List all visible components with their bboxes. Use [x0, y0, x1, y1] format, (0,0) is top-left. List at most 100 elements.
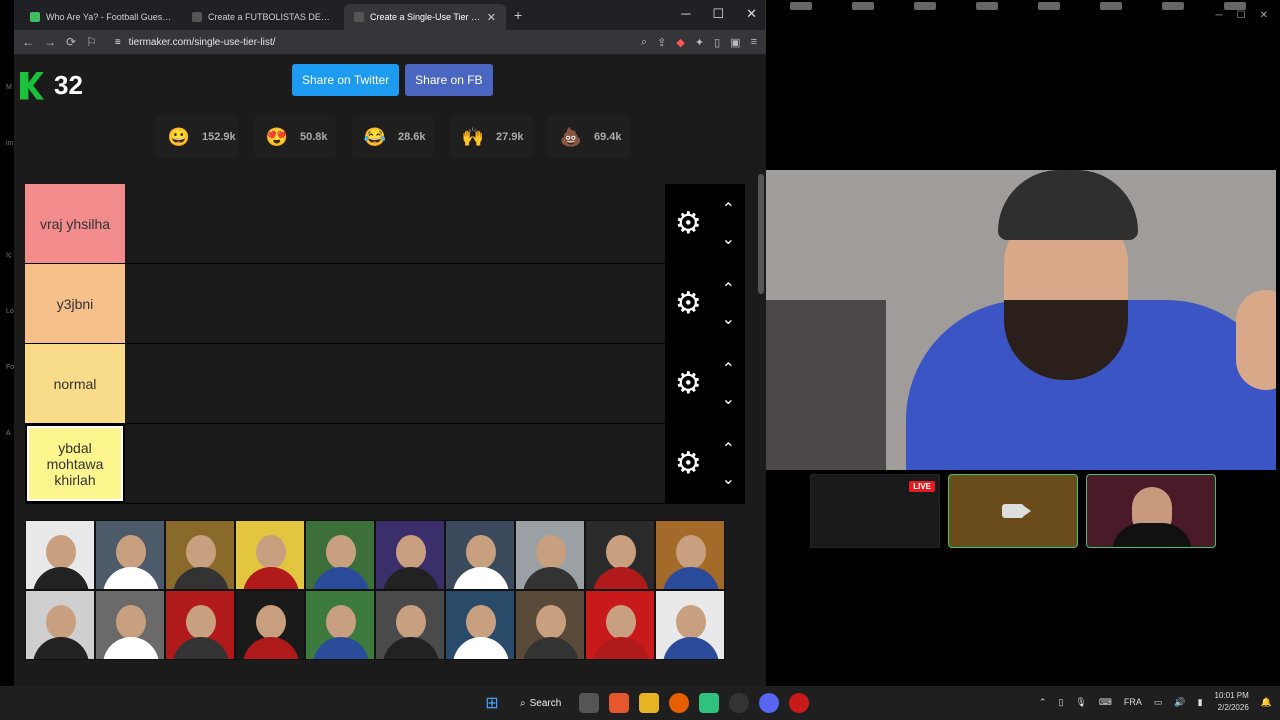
- battery-icon[interactable]: ▯: [1058, 697, 1063, 708]
- zoom-icon[interactable]: ⌕: [641, 36, 647, 49]
- pool-image[interactable]: [445, 590, 515, 660]
- close-tab-icon[interactable]: ✕: [487, 11, 496, 24]
- task-view-icon[interactable]: [579, 693, 600, 713]
- reaction-poop[interactable]: 💩 69.4k: [548, 116, 630, 158]
- pool-image[interactable]: [515, 590, 585, 660]
- notification-icon[interactable]: 🔔: [1261, 697, 1272, 708]
- tier-label[interactable]: ybdal mohtawa khirlah: [25, 424, 125, 503]
- maximize-icon[interactable]: ☐: [1237, 10, 1246, 21]
- gear-icon[interactable]: ⚙: [675, 366, 702, 401]
- move-down-icon[interactable]: ⌄: [722, 229, 735, 249]
- pool-image[interactable]: [25, 520, 95, 590]
- move-up-icon[interactable]: ⌃: [722, 279, 735, 299]
- back-button[interactable]: ←: [22, 35, 34, 49]
- tier-label[interactable]: vraj yhsilha: [25, 184, 125, 263]
- tiermaker-logo[interactable]: 32: [20, 70, 83, 101]
- file-explorer-icon[interactable]: [639, 693, 660, 713]
- pool-image[interactable]: [95, 590, 165, 660]
- taskbar-search[interactable]: ⌕ Search: [512, 692, 569, 714]
- tier-drop-zone[interactable]: [125, 344, 665, 423]
- microphone-icon[interactable]: 🎙: [1075, 697, 1086, 708]
- pool-image[interactable]: [515, 520, 585, 590]
- tier-label[interactable]: normal: [25, 344, 125, 423]
- move-up-icon[interactable]: ⌃: [722, 199, 735, 219]
- maximize-button[interactable]: ☐: [712, 6, 724, 22]
- reaction-grin[interactable]: 😀 152.9k: [156, 116, 238, 158]
- pool-image[interactable]: [585, 590, 655, 660]
- tier-list: vraj yhsilha ⚙ ⌃ ⌄ y3jbni ⚙ ⌃ ⌄ normal ⚙…: [25, 184, 745, 504]
- language-indicator[interactable]: FRA: [1124, 697, 1142, 707]
- pool-image[interactable]: [305, 520, 375, 590]
- reaction-raised-hands[interactable]: 🙌 27.9k: [450, 116, 532, 158]
- discord-icon[interactable]: [759, 693, 780, 713]
- site-info-icon[interactable]: ≡: [115, 37, 121, 48]
- camera-off-thumbnail[interactable]: [948, 474, 1078, 548]
- tier-drop-zone[interactable]: [125, 184, 665, 263]
- keyboard-icon[interactable]: ⌨: [1099, 697, 1112, 708]
- share-fb-button[interactable]: Share on FB: [405, 64, 493, 96]
- firefox-icon[interactable]: [669, 693, 690, 713]
- screen-share-thumbnail[interactable]: LIVE: [810, 474, 940, 548]
- sidebar-icon[interactable]: ▯: [714, 36, 720, 49]
- brave-icon[interactable]: [609, 693, 630, 713]
- pool-image[interactable]: [305, 590, 375, 660]
- tier-drop-zone[interactable]: [125, 424, 665, 503]
- reaction-heart-eyes[interactable]: 😍 50.8k: [254, 116, 336, 158]
- pool-image[interactable]: [165, 590, 235, 660]
- tier-label[interactable]: y3jbni: [25, 264, 125, 343]
- guest-camera-thumbnail[interactable]: [1086, 474, 1216, 548]
- forward-button[interactable]: →: [44, 35, 56, 49]
- brave-shield-icon[interactable]: ◆: [676, 36, 684, 49]
- tab-futbolistas[interactable]: Create a FUTBOLISTAS DEL SIGLO Tier: [182, 4, 344, 30]
- tab-who-are-ya[interactable]: Who Are Ya? - Football Guesser: [20, 4, 182, 30]
- vertical-scrollbar[interactable]: [758, 114, 764, 686]
- move-down-icon[interactable]: ⌄: [722, 389, 735, 409]
- menu-icon[interactable]: ≡: [751, 36, 757, 49]
- share-twitter-button[interactable]: Share on Twitter: [292, 64, 400, 96]
- webcam-feed: [766, 170, 1276, 470]
- pool-image[interactable]: [25, 590, 95, 660]
- record-app-icon[interactable]: [789, 693, 810, 713]
- pool-image[interactable]: [375, 590, 445, 660]
- pool-image[interactable]: [235, 520, 305, 590]
- search-icon: ⌕: [520, 697, 526, 709]
- obs-icon[interactable]: [729, 693, 750, 713]
- windows-start-icon[interactable]: ⊞: [482, 693, 502, 713]
- gear-icon[interactable]: ⚙: [675, 206, 702, 241]
- minimize-button[interactable]: ─: [681, 6, 690, 22]
- chevron-up-icon[interactable]: ⌃: [1039, 697, 1047, 708]
- move-down-icon[interactable]: ⌄: [722, 309, 735, 329]
- minimize-icon[interactable]: ─: [1216, 10, 1223, 21]
- pool-image[interactable]: [445, 520, 515, 590]
- gear-icon[interactable]: ⚙: [675, 286, 702, 321]
- move-up-icon[interactable]: ⌃: [722, 439, 735, 459]
- move-up-icon[interactable]: ⌃: [722, 359, 735, 379]
- pool-image[interactable]: [95, 520, 165, 590]
- clock[interactable]: 10:01 PM 2/2/2026: [1215, 690, 1249, 714]
- close-icon[interactable]: ✕: [1260, 10, 1268, 21]
- gear-icon[interactable]: ⚙: [675, 446, 702, 481]
- pool-image[interactable]: [585, 520, 655, 590]
- network-icon[interactable]: ▭: [1154, 697, 1163, 708]
- extensions-icon[interactable]: ✦: [695, 36, 704, 49]
- pool-image[interactable]: [235, 590, 305, 660]
- pool-image[interactable]: [655, 590, 725, 660]
- reload-button[interactable]: ⟳: [66, 35, 76, 49]
- reaction-laugh[interactable]: 😂 28.6k: [352, 116, 434, 158]
- tier-drop-zone[interactable]: [125, 264, 665, 343]
- pool-image[interactable]: [655, 520, 725, 590]
- move-down-icon[interactable]: ⌄: [722, 469, 735, 489]
- address-bar[interactable]: ≡ tiermaker.com/single-use-tier-list/: [106, 33, 632, 51]
- tab-single-use-tier-list[interactable]: Create a Single-Use Tier List (Pr ✕: [344, 4, 506, 30]
- share-icon[interactable]: ⇪: [657, 36, 666, 49]
- pool-image[interactable]: [165, 520, 235, 590]
- power-icon[interactable]: ▮: [1198, 697, 1203, 708]
- pool-image[interactable]: [375, 520, 445, 590]
- bookmark-icon[interactable]: ⚐: [86, 35, 97, 49]
- app-green-icon[interactable]: [699, 693, 720, 713]
- wallet-icon[interactable]: ▣: [730, 36, 740, 49]
- volume-icon[interactable]: 🔊: [1174, 697, 1185, 708]
- close-window-button[interactable]: ✕: [746, 6, 757, 22]
- new-tab-button[interactable]: +: [514, 7, 522, 23]
- system-tray: ⌃ ▯ 🎙 ⌨ FRA ▭ 🔊 ▮ 10:01 PM 2/2/2026 🔔: [1039, 690, 1272, 714]
